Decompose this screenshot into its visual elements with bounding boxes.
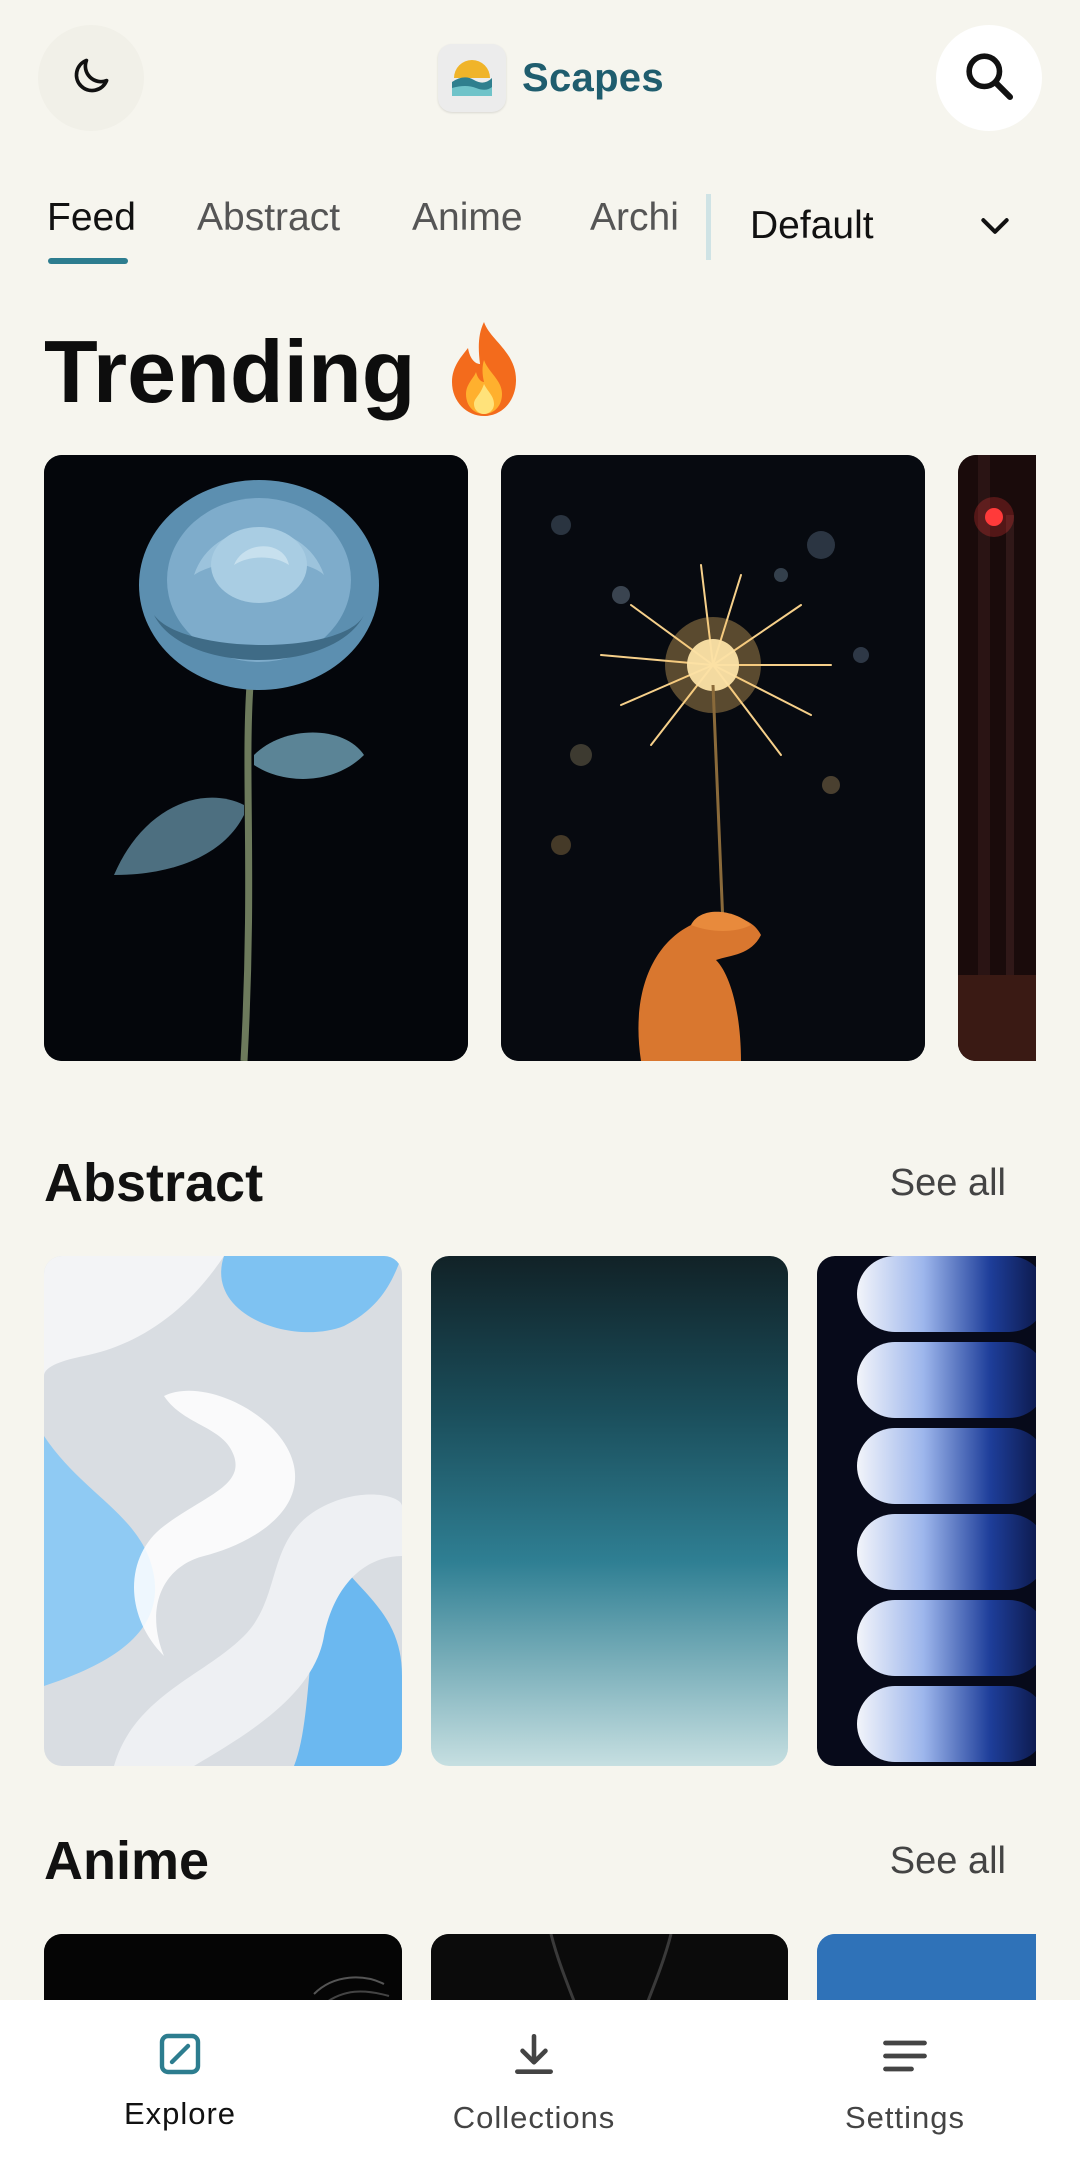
trending-card[interactable]: [958, 455, 1036, 1061]
see-all-abstract-link[interactable]: See all: [890, 1162, 1006, 1205]
blue-rose-image: [44, 455, 468, 1061]
trending-card[interactable]: [44, 455, 468, 1061]
fire-icon: [438, 318, 530, 439]
app-logo: [438, 44, 506, 112]
dark-red-image: [958, 455, 1036, 1061]
sparkler-image: [501, 455, 925, 1061]
search-button[interactable]: [936, 25, 1042, 131]
nav-item-settings[interactable]: Settings: [725, 2000, 1080, 2171]
blue-tubes-image: [817, 1256, 1036, 1766]
search-icon: [961, 48, 1017, 109]
chevron-down-icon[interactable]: [975, 206, 1015, 246]
app-name: Scapes: [522, 55, 664, 100]
tab-archi-clip: Archi: [590, 190, 680, 260]
explore-icon: [156, 2030, 204, 2083]
tab-divider: [706, 194, 711, 260]
theme-toggle-button[interactable]: [38, 25, 144, 131]
app-brand: Scapes: [438, 42, 664, 114]
white-blue-waves-image: [44, 1256, 402, 1766]
abstract-card[interactable]: [44, 1256, 402, 1766]
trending-card[interactable]: [501, 455, 925, 1061]
section-title-abstract: Abstract: [44, 1153, 264, 1213]
tab-feed[interactable]: Feed: [47, 196, 136, 240]
top-app-bar: Scapes: [0, 0, 1080, 155]
tab-archi[interactable]: Archi: [590, 196, 679, 240]
tab-abstract[interactable]: Abstract: [197, 196, 340, 240]
see-all-anime-link[interactable]: See all: [890, 1840, 1006, 1883]
nav-label-explore: Explore: [123, 2096, 237, 2131]
sort-dropdown[interactable]: Default: [750, 204, 874, 248]
moon-icon: [69, 54, 113, 103]
nav-label-collections: Collections: [452, 2100, 616, 2135]
category-tabs: Feed Abstract Anime Archi Default: [0, 190, 1080, 270]
trending-heading: Trending: [44, 318, 530, 439]
tab-active-indicator: [48, 258, 128, 264]
abstract-card[interactable]: [817, 1256, 1036, 1766]
trending-title: Trending: [44, 321, 416, 421]
nav-item-explore[interactable]: Explore: [0, 2000, 360, 2171]
tab-anime[interactable]: Anime: [412, 196, 523, 240]
download-icon: [509, 2030, 559, 2085]
bottom-navigation-bar: Explore Collections Settings: [0, 2000, 1080, 2171]
nav-label-settings: Settings: [844, 2100, 965, 2135]
abstract-card[interactable]: [431, 1256, 788, 1766]
teal-gradient-image: [431, 1256, 788, 1766]
nav-item-collections[interactable]: Collections: [354, 2000, 714, 2171]
section-title-anime: Anime: [44, 1831, 210, 1891]
menu-icon: [879, 2030, 931, 2087]
